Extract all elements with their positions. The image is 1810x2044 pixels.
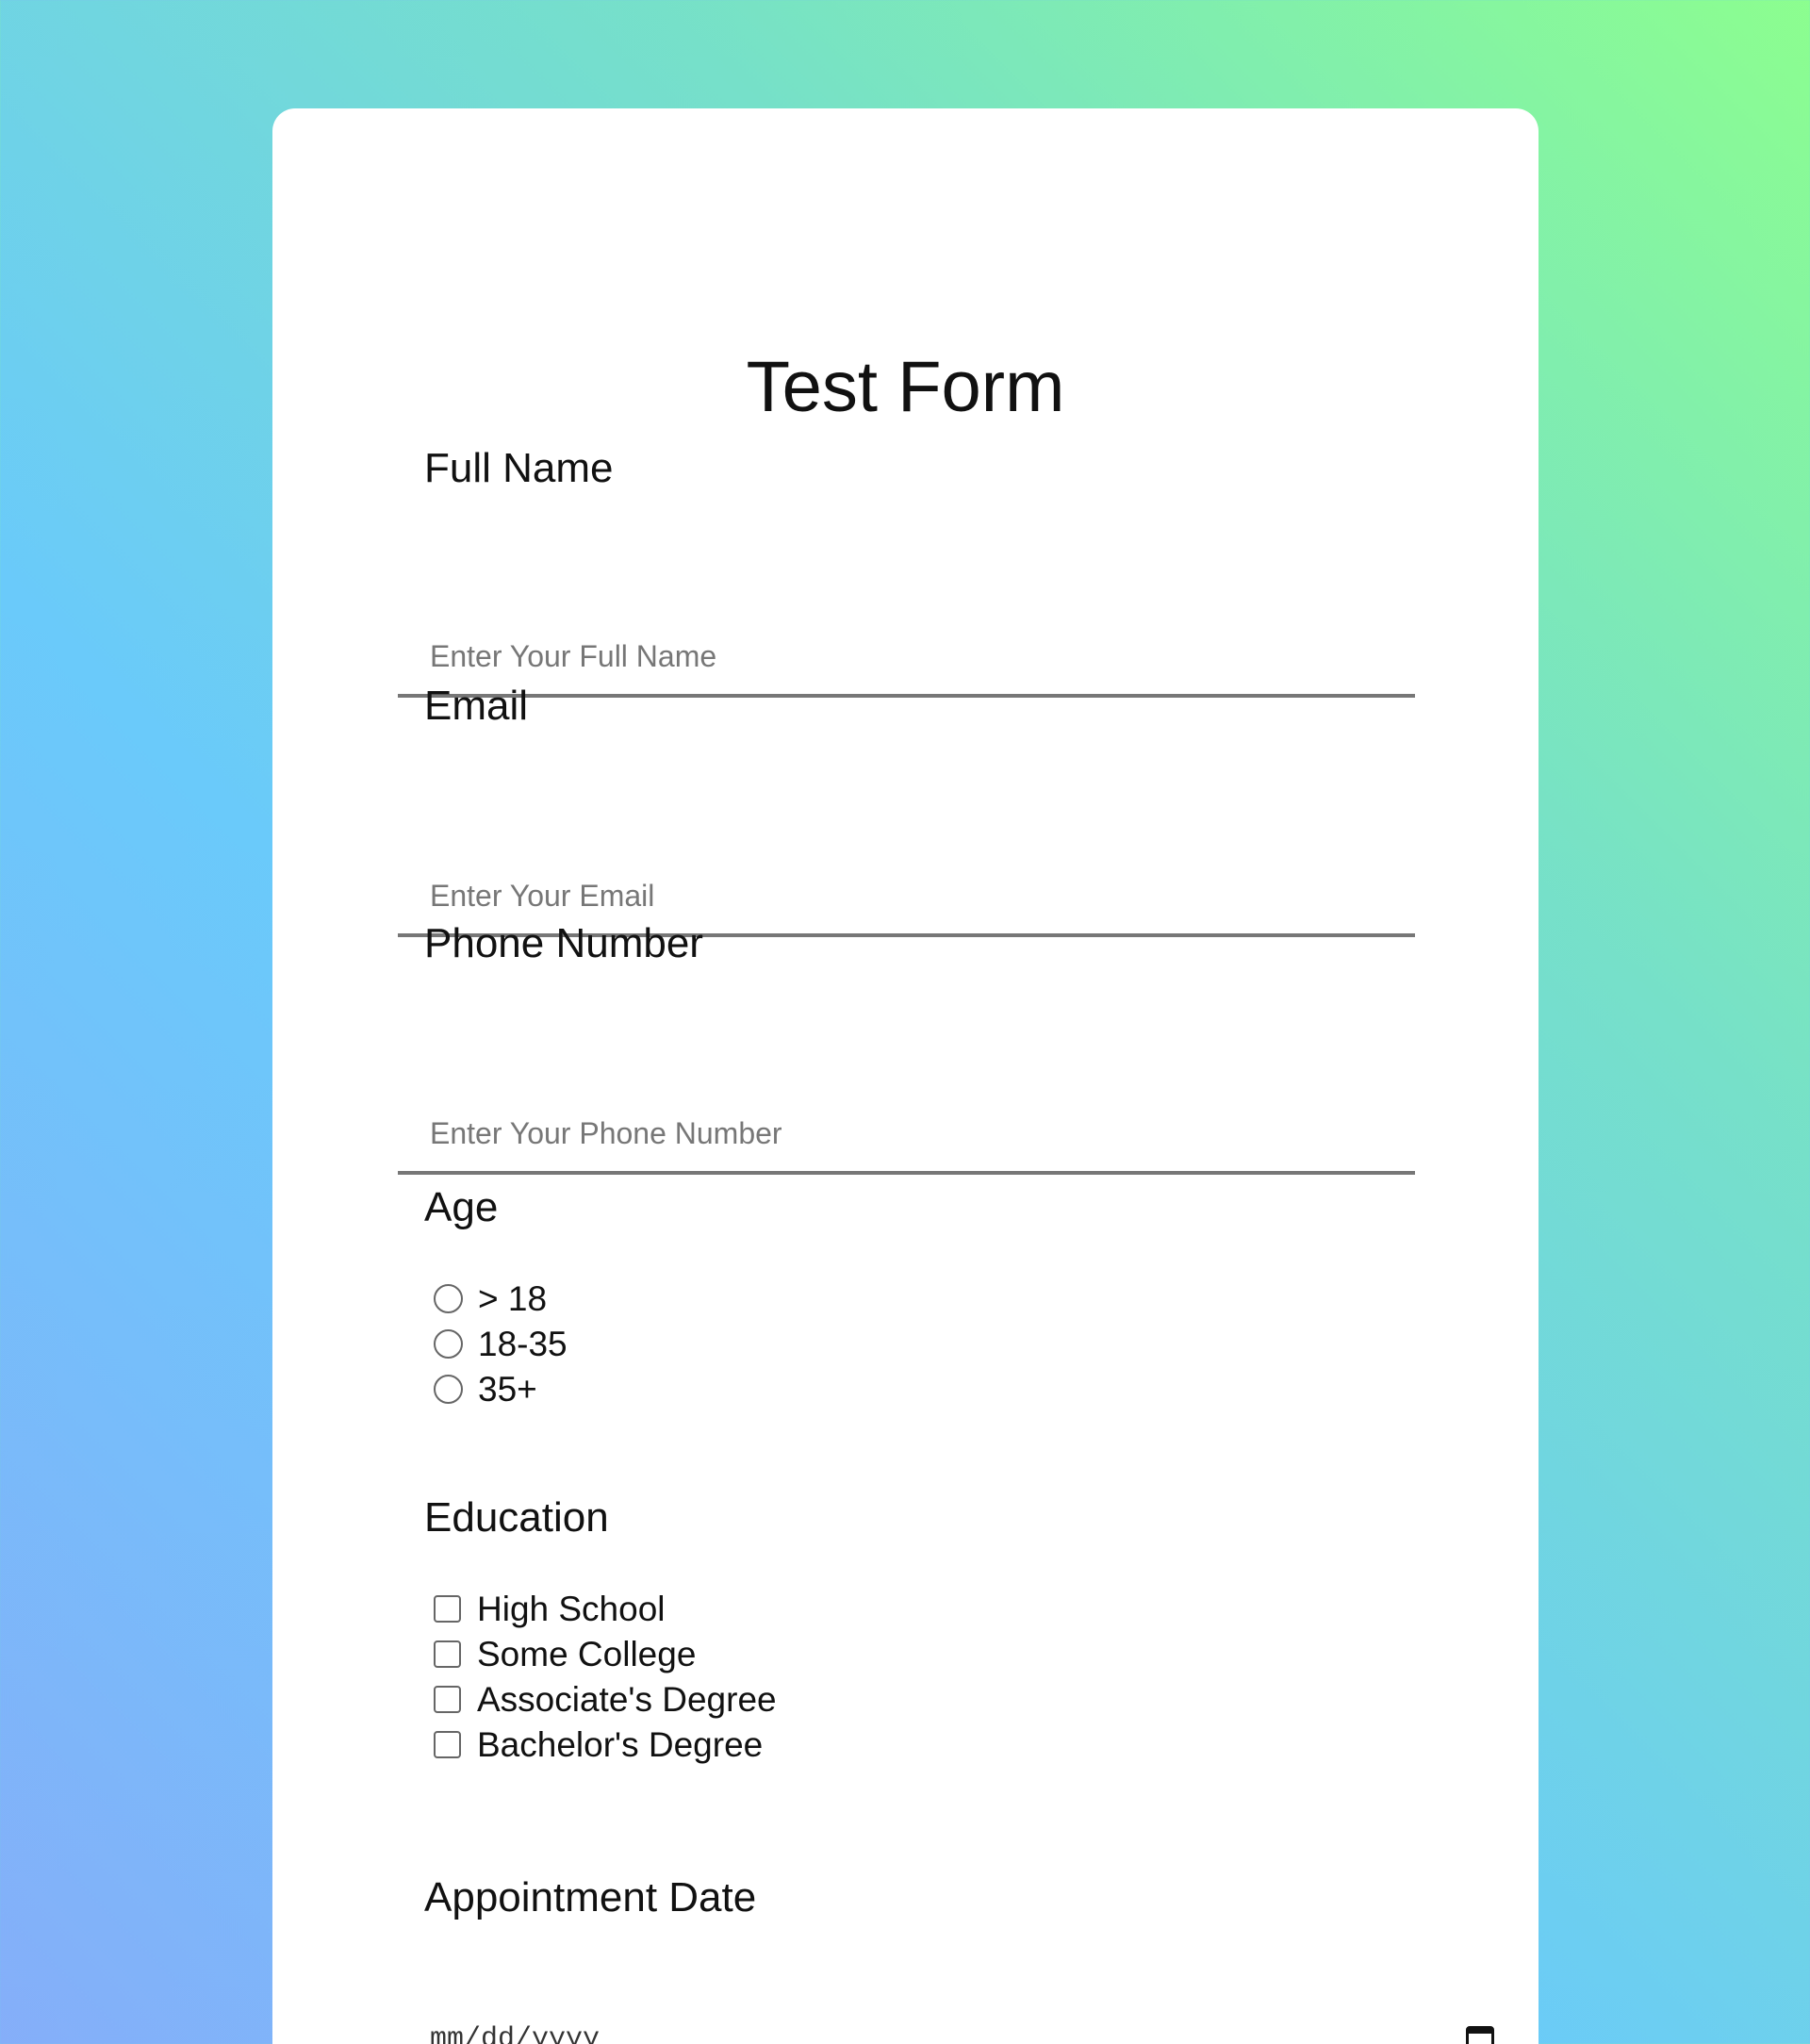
age-option-label: > 18 bbox=[478, 1278, 548, 1318]
full-name-input[interactable] bbox=[398, 618, 1415, 698]
age-option-under-18[interactable]: > 18 bbox=[434, 1277, 547, 1320]
checkbox[interactable] bbox=[434, 1730, 461, 1758]
appointment-date-input[interactable]: mm/dd/yyyy bbox=[398, 2000, 1494, 2044]
email-label: Email bbox=[424, 683, 529, 729]
age-label: Age bbox=[424, 1184, 499, 1230]
education-option-label: Bachelor's Degree bbox=[477, 1724, 764, 1764]
full-name-label: Full Name bbox=[424, 445, 614, 491]
education-option-label: Some College bbox=[477, 1634, 697, 1673]
education-option-associates-degree[interactable]: Associate's Degree bbox=[434, 1677, 777, 1721]
checkbox[interactable] bbox=[434, 1594, 461, 1623]
age-option-35-plus[interactable]: 35+ bbox=[434, 1367, 537, 1410]
education-option-high-school[interactable]: High School bbox=[434, 1587, 666, 1630]
phone-number-input[interactable] bbox=[398, 1096, 1415, 1175]
radio-button[interactable] bbox=[434, 1328, 463, 1359]
calendar-icon[interactable] bbox=[1466, 2026, 1494, 2044]
date-placeholder: mm/dd/yyyy bbox=[430, 2023, 601, 2044]
education-label: Education bbox=[424, 1494, 609, 1541]
form-title: Test Form bbox=[746, 347, 1065, 427]
radio-button[interactable] bbox=[434, 1283, 463, 1313]
age-option-label: 35+ bbox=[478, 1369, 537, 1409]
appointment-date-label: Appointment Date bbox=[424, 1874, 757, 1920]
education-option-bachelors-degree[interactable]: Bachelor's Degree bbox=[434, 1723, 763, 1766]
education-option-some-college[interactable]: Some College bbox=[434, 1632, 696, 1675]
phone-number-label: Phone Number bbox=[424, 920, 703, 966]
education-option-label: Associate's Degree bbox=[477, 1679, 777, 1719]
age-option-18-35[interactable]: 18-35 bbox=[434, 1322, 568, 1365]
form-card: Test Form Full Name Email Phone Number A… bbox=[272, 108, 1538, 2044]
radio-button[interactable] bbox=[434, 1374, 463, 1404]
checkbox[interactable] bbox=[434, 1640, 461, 1668]
checkbox[interactable] bbox=[434, 1685, 461, 1713]
education-option-label: High School bbox=[477, 1589, 666, 1628]
age-option-label: 18-35 bbox=[478, 1324, 568, 1363]
